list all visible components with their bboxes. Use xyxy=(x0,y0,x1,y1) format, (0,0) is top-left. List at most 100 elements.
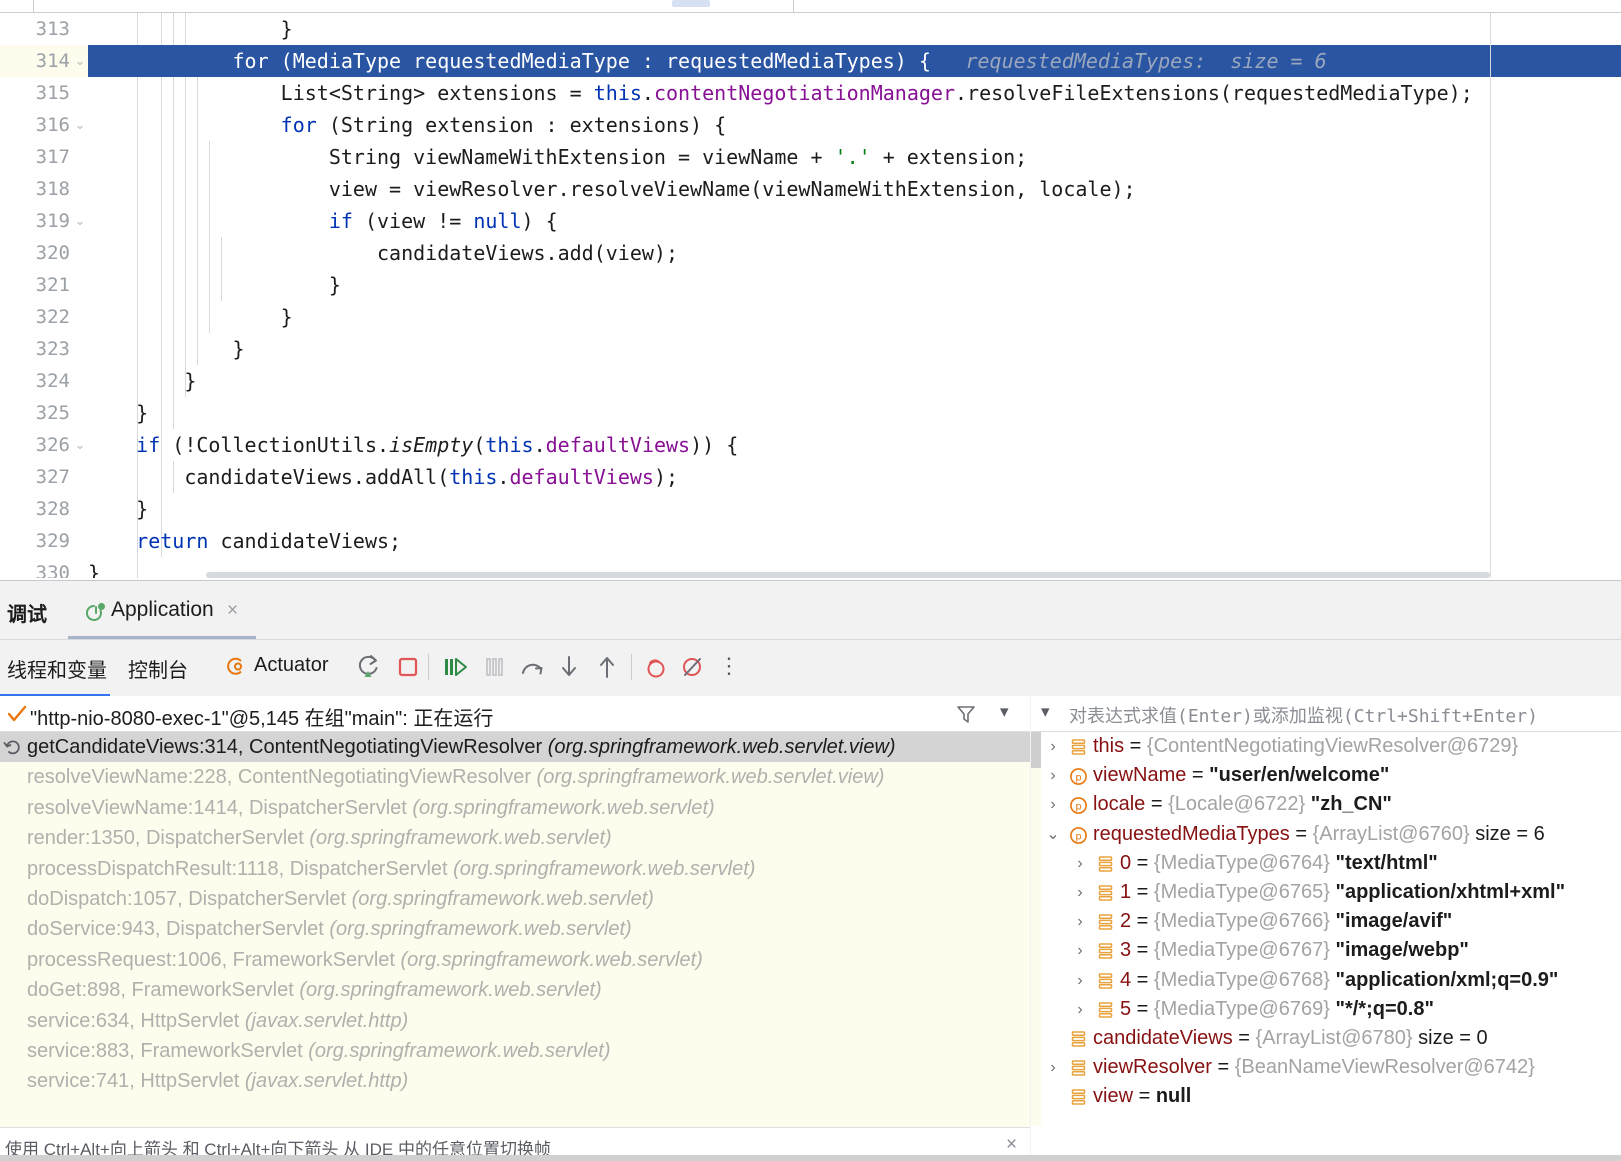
variable-row[interactable]: › 4 = {MediaType@6768} "application/xml;q… xyxy=(1041,966,1621,995)
pause-icon[interactable] xyxy=(479,652,509,682)
variable-text: view = null xyxy=(1093,1082,1191,1111)
code-line[interactable]: 329 return candidateViews; xyxy=(0,525,1621,557)
step-into-icon[interactable] xyxy=(554,652,584,682)
fold-chevron-icon[interactable]: ⌄ xyxy=(72,45,88,77)
chevron-right-icon[interactable]: › xyxy=(1072,878,1088,907)
watch-input-placeholder[interactable]: 对表达式求值(Enter)或添加监视(Ctrl+Shift+Enter) xyxy=(1069,702,1538,728)
chevron-right-icon[interactable]: › xyxy=(1045,790,1061,819)
code-text: String viewNameWithExtension = viewName … xyxy=(88,145,1028,169)
variable-equals: = xyxy=(1131,939,1154,962)
chevron-right-icon[interactable]: › xyxy=(1045,1053,1061,1082)
variable-name: 4 xyxy=(1120,968,1132,991)
fold-chevron-icon[interactable]: ⌄ xyxy=(72,109,88,141)
watch-expression-row[interactable]: ▾ 对表达式求值(Enter)或添加监视(Ctrl+Shift+Enter) xyxy=(1031,696,1621,732)
stop-icon[interactable] xyxy=(393,652,423,682)
code-editor[interactable]: 313 } 314 ⌄ for (MediaType requestedMediaT… xyxy=(0,13,1621,578)
code-line[interactable]: 324 } xyxy=(0,365,1621,397)
variable-row[interactable]: › p locale = {Locale@6722} "zh_CN" xyxy=(1041,790,1621,819)
code-line[interactable]: 314 ⌄ for (MediaType requestedMediaType :… xyxy=(0,45,1621,77)
variable-row[interactable]: › viewResolver = {BeanNameViewResolver@67… xyxy=(1041,1053,1621,1082)
call-stack-frame[interactable]: resolveViewName:1414, DispatcherServlet … xyxy=(0,793,1030,823)
call-stack-frame[interactable]: resolveViewName:228, ContentNegotiatingV… xyxy=(0,762,1030,792)
chevron-right-icon[interactable]: › xyxy=(1072,966,1088,995)
call-stack-frame[interactable]: service:883, FrameworkServlet (org.sprin… xyxy=(0,1036,1030,1066)
call-stack-frame[interactable]: doService:943, DispatcherServlet (org.sp… xyxy=(0,914,1030,944)
chevron-right-icon[interactable]: › xyxy=(1072,907,1088,936)
fold-chevron-icon[interactable]: ⌄ xyxy=(72,205,88,237)
code-line[interactable]: 319 ⌄ if (view != null) { xyxy=(0,205,1621,237)
editor-horizontal-scrollbar[interactable] xyxy=(206,572,1490,578)
step-over-icon[interactable] xyxy=(517,652,547,682)
active-tab-indicator[interactable] xyxy=(672,0,710,7)
variables-tree[interactable]: › this = {ContentNegotiatingViewResolver@… xyxy=(1041,732,1621,1126)
frames-pane: "http-nio-8080-exec-1"@5,145 在组"main": 正… xyxy=(0,696,1030,1161)
frame-method: doGet:898, FrameworkServlet xyxy=(27,979,300,1002)
code-line[interactable]: 327 candidateViews.addAll(this.defaultVi… xyxy=(0,461,1621,493)
call-stack-frame[interactable]: render:1350, DispatcherServlet (org.spri… xyxy=(0,823,1030,853)
variable-row[interactable]: › 3 = {MediaType@6767} "image/webp" xyxy=(1041,936,1621,965)
call-stack-frame[interactable]: service:634, HttpServlet (javax.servlet.… xyxy=(0,1006,1030,1036)
call-stack-frame[interactable]: doGet:898, FrameworkServlet (org.springf… xyxy=(0,975,1030,1005)
thread-selector-row[interactable]: "http-nio-8080-exec-1"@5,145 在组"main": 正… xyxy=(0,696,1030,732)
variable-row[interactable]: › 0 = {MediaType@6764} "text/html" xyxy=(1041,849,1621,878)
frame-method: service:741, HttpServlet xyxy=(27,1070,245,1093)
variable-text: this = {ContentNegotiatingViewResolver@6… xyxy=(1093,732,1518,761)
chevron-right-icon[interactable]: › xyxy=(1045,732,1061,761)
indent-guide xyxy=(161,493,163,525)
chevron-down-icon[interactable]: ▾ xyxy=(1041,702,1050,722)
rerun-icon[interactable] xyxy=(354,652,384,682)
code-line[interactable]: 316 ⌄ for (String extension : extensions)… xyxy=(0,109,1621,141)
code-line[interactable]: 323 } xyxy=(0,333,1621,365)
call-stack-list[interactable]: getCandidateViews:314, ContentNegotiatin… xyxy=(0,732,1030,1127)
fold-chevron-icon[interactable]: ⌄ xyxy=(72,429,88,461)
close-icon[interactable]: × xyxy=(227,600,238,622)
view-breakpoints-icon[interactable] xyxy=(677,652,707,682)
code-line[interactable]: 328 } xyxy=(0,493,1621,525)
code-text: } xyxy=(88,337,245,361)
step-out-icon[interactable] xyxy=(592,652,622,682)
variable-row[interactable]: › 5 = {MediaType@6769} "*/*;q=0.8" xyxy=(1041,995,1621,1024)
line-number: 325 xyxy=(0,397,88,429)
call-stack-frame[interactable]: processRequest:1006, FrameworkServlet (o… xyxy=(0,945,1030,975)
close-icon[interactable]: × xyxy=(1006,1134,1017,1156)
call-stack-frame[interactable]: getCandidateViews:314, ContentNegotiatin… xyxy=(0,732,1030,763)
variable-row[interactable]: › 1 = {MediaType@6765} "application/xhtml… xyxy=(1041,878,1621,907)
tab-console[interactable]: 控制台 xyxy=(128,654,188,683)
chevron-down-icon[interactable]: ⌄ xyxy=(1045,820,1061,849)
chevron-right-icon[interactable]: › xyxy=(1072,849,1088,878)
call-stack-frame[interactable]: service:741, HttpServlet (javax.servlet.… xyxy=(0,1066,1030,1096)
call-stack-frame[interactable]: processDispatchResult:1118, DispatcherSe… xyxy=(0,854,1030,884)
variable-row[interactable]: view = null xyxy=(1041,1082,1621,1111)
reset-frame-icon[interactable] xyxy=(3,737,23,757)
chevron-right-icon[interactable]: › xyxy=(1072,936,1088,965)
variable-row[interactable]: › 2 = {MediaType@6766} "image/avif" xyxy=(1041,907,1621,936)
chevron-right-icon[interactable]: › xyxy=(1072,995,1088,1024)
code-line[interactable]: 326 ⌄ if (!CollectionUtils.isEmpty(this.d… xyxy=(0,429,1621,461)
code-line[interactable]: 317 String viewNameWithExtension = viewN… xyxy=(0,141,1621,173)
tab-threads-and-variables[interactable]: 线程和变量 xyxy=(7,654,107,683)
more-options-icon[interactable]: ⋮ xyxy=(718,653,740,679)
code-line[interactable]: 315 List<String> extensions = this.conte… xyxy=(0,77,1621,109)
filter-icon[interactable] xyxy=(955,703,977,725)
tab-application[interactable]: Application × xyxy=(68,581,256,639)
call-stack-frame[interactable]: doDispatch:1057, DispatcherServlet (org.… xyxy=(0,884,1030,914)
resume-icon[interactable] xyxy=(440,652,470,682)
variable-row[interactable]: candidateViews = {ArrayList@6780} size =… xyxy=(1041,1024,1621,1053)
code-line[interactable]: 322 } xyxy=(0,301,1621,333)
code-line[interactable]: 320 candidateViews.add(view); xyxy=(0,237,1621,269)
right-margin-guide xyxy=(1490,13,1491,578)
variable-row[interactable]: › this = {ContentNegotiatingViewResolver@… xyxy=(1041,732,1621,761)
variable-text: candidateViews = {ArrayList@6780} size =… xyxy=(1093,1024,1488,1053)
variable-row[interactable]: › p viewName = "user/en/welcome" xyxy=(1041,761,1621,790)
code-line[interactable]: 325 } xyxy=(0,397,1621,429)
chevron-down-icon[interactable]: ▾ xyxy=(1000,702,1009,722)
mute-breakpoints-icon[interactable] xyxy=(640,652,670,682)
variable-name: view xyxy=(1093,1085,1134,1108)
variable-row[interactable]: ⌄ p requestedMediaTypes = {ArrayList@6760}… xyxy=(1041,820,1621,849)
debug-title-bar: 调试 Application × xyxy=(0,581,1621,640)
chevron-right-icon[interactable]: › xyxy=(1045,761,1061,790)
frame-package: (org.springframework.web.servlet) xyxy=(308,1039,611,1062)
code-line[interactable]: 321 } xyxy=(0,269,1621,301)
code-line[interactable]: 313 } xyxy=(0,13,1621,45)
code-line[interactable]: 318 view = viewResolver.resolveViewName(… xyxy=(0,173,1621,205)
